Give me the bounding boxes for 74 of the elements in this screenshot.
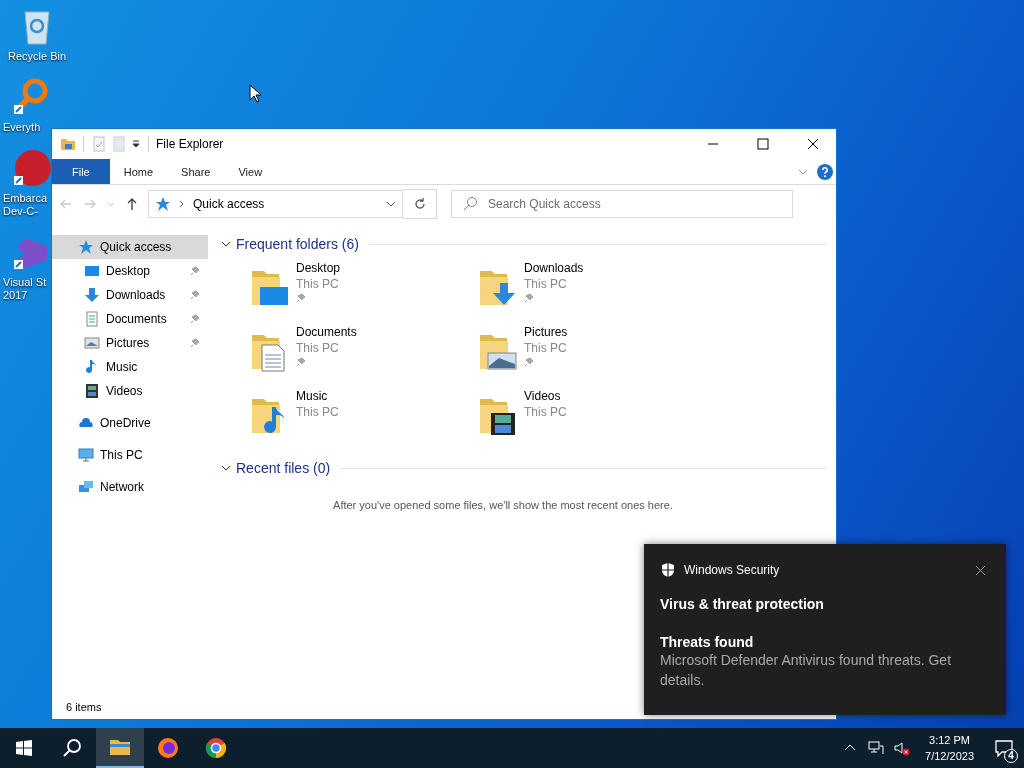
folder-location: This PC: [524, 277, 568, 291]
video-icon: [84, 383, 100, 399]
sidebar-item[interactable]: This PC: [52, 443, 208, 467]
desktop-icon-label: Recycle Bin: [7, 50, 67, 63]
folder-location: This PC: [524, 405, 567, 419]
notification-toast[interactable]: Windows Security Virus & threat protection Threats found Microsoft Defender Antivirus found threats. Get details.: [644, 544, 1006, 715]
speech-bubble-icon[interactable]: [994, 738, 1014, 758]
chevron-down-icon[interactable]: [386, 199, 396, 209]
sidebar-item[interactable]: Music: [52, 355, 208, 379]
ribbon-tab[interactable]: Home: [109, 159, 168, 184]
network-icon[interactable]: [868, 740, 885, 756]
app-icon[interactable]: [11, 148, 51, 188]
star-icon: [78, 239, 94, 255]
folder-location: This PC: [524, 341, 568, 355]
folder-name: Videos: [524, 389, 562, 403]
network-icon: [78, 479, 94, 495]
desktop-icon-label: 2017: [3, 289, 28, 302]
folder-name: Pictures: [524, 325, 568, 339]
search-icon: [462, 196, 478, 212]
section-title[interactable]: Recent files (0): [236, 460, 331, 476]
clock-date[interactable]: 7/12/2023: [925, 748, 974, 764]
clock-time[interactable]: 3:12 PM: [929, 732, 970, 748]
windows-logo-icon[interactable]: [16, 740, 32, 756]
desktop-icon-label: Visual St: [3, 276, 47, 289]
desktop-icon: [84, 263, 100, 279]
sidebar-item[interactable]: Network: [52, 475, 208, 499]
refresh-icon[interactable]: [412, 197, 427, 211]
empty-message: After you've opened some files, we'll show the most recent ones here.: [332, 498, 674, 511]
sidebar-item[interactable]: OneDrive: [52, 411, 208, 435]
help-icon[interactable]: [817, 163, 833, 180]
refresh-button[interactable]: [403, 189, 437, 219]
notification-title: Virus & threat protection: [660, 596, 825, 612]
cursor-icon: [249, 84, 261, 103]
status-text: 6 items: [66, 701, 102, 713]
notification-count: 4: [1004, 749, 1018, 763]
folder-location: This PC: [296, 405, 339, 419]
section-title[interactable]: Frequent folders (6): [236, 236, 359, 252]
picture-icon: [84, 335, 100, 351]
ribbon-tab[interactable]: Share: [167, 159, 225, 184]
search-box[interactable]: Search Quick access: [451, 190, 793, 218]
ribbon-tab[interactable]: View: [224, 159, 277, 184]
close-icon[interactable]: [975, 564, 986, 576]
sidebar-item[interactable]: Documents: [52, 307, 208, 331]
shield-icon: [660, 562, 676, 578]
folder-name: Downloads: [524, 261, 584, 275]
document-icon: [84, 311, 100, 327]
folder-name: Desktop: [296, 261, 341, 275]
sidebar-item[interactable]: Desktop: [52, 259, 208, 283]
notifications-button[interactable]: 4: [984, 728, 1024, 768]
volume-muted-icon[interactable]: [894, 740, 911, 756]
sidebar-item[interactable]: Quick access: [52, 235, 208, 259]
desktop-icon-label: Dev-C-: [3, 205, 38, 218]
window-title: File Explorer: [156, 137, 224, 151]
browser-icon[interactable]: [156, 736, 180, 760]
sidebar-item[interactable]: Videos: [52, 379, 208, 403]
address-bar[interactable]: Quick access: [148, 190, 403, 218]
pc-icon: [78, 447, 94, 463]
download-icon: [84, 287, 100, 303]
explorer-taskbar-button[interactable]: [96, 728, 144, 768]
folder-name: Music: [296, 389, 329, 403]
folder-name: Documents: [296, 325, 357, 339]
dropdown-icon[interactable]: [131, 139, 141, 149]
folder-location: This PC: [296, 341, 340, 355]
desktop-icon-label: Embarca: [3, 192, 48, 205]
notification-heading: Threats found: [660, 634, 755, 650]
notification-body: Microsoft Defender Antivirus found threats. Get details.: [660, 651, 953, 690]
browser-icon[interactable]: [204, 736, 228, 760]
desktop-icon-label: Everyth: [3, 121, 41, 134]
star-icon: [155, 196, 171, 212]
search-icon[interactable]: [62, 738, 82, 758]
notification-app-name: Windows Security: [684, 563, 780, 577]
sidebar-item[interactable]: Downloads: [52, 283, 208, 307]
sidebar-item[interactable]: Pictures: [52, 331, 208, 355]
folder-location: This PC: [296, 277, 340, 291]
